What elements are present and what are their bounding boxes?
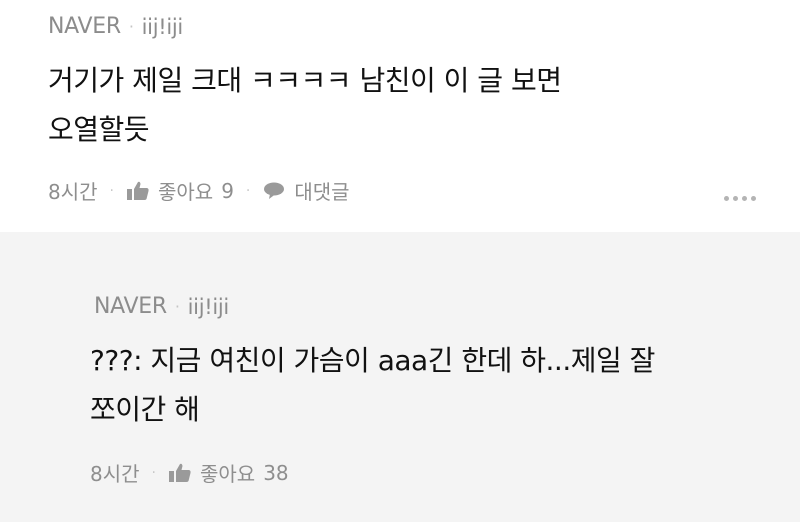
timestamp: 8시간 — [48, 180, 98, 204]
separator-dot: · — [151, 464, 156, 481]
user-id[interactable]: iij!iji — [142, 15, 184, 39]
like-label[interactable]: 좋아요 — [200, 458, 255, 487]
comment-body: ???: 지금 여친이 가슴이 aaa긴 한데 하...제일 잘 쪼이간 해 — [90, 336, 655, 434]
thumbs-up-icon[interactable] — [168, 463, 192, 483]
source-label: NAVER — [48, 14, 121, 39]
timestamp: 8시간 — [90, 462, 140, 486]
comment-1: NAVER · iij!iji 거기가 제일 크대 ㅋㅋㅋㅋ 남친이 이 글 보… — [0, 0, 800, 232]
comment-line: 거기가 제일 크대 ㅋㅋㅋㅋ 남친이 이 글 보면 — [48, 64, 562, 97]
more-options-icon[interactable] — [724, 196, 756, 201]
like-count: 38 — [263, 460, 289, 485]
comment-body: 거기가 제일 크대 ㅋㅋㅋㅋ 남친이 이 글 보면 오열할듯 — [48, 56, 562, 154]
comment-footer: 8시간 · 좋아요 38 — [90, 458, 289, 487]
like-count: 9 — [221, 178, 234, 203]
source-label: NAVER — [94, 294, 167, 319]
reply-button[interactable]: 대댓글 — [294, 176, 349, 205]
comment-header: NAVER · iij!iji — [48, 14, 183, 39]
separator-dot: · — [109, 182, 114, 199]
user-id[interactable]: iij!iji — [188, 295, 230, 319]
like-label[interactable]: 좋아요 — [158, 176, 213, 205]
separator-dot: · — [128, 17, 134, 36]
speech-bubble-icon[interactable] — [262, 181, 286, 201]
thumbs-up-icon[interactable] — [126, 181, 150, 201]
comment-line: ???: 지금 여친이 가슴이 aaa긴 한데 하...제일 잘 — [90, 344, 655, 377]
separator-dot: · — [245, 182, 251, 199]
separator-dot: · — [174, 297, 180, 316]
comment-footer: 8시간 · 좋아요 9 · 대댓글 — [48, 176, 350, 205]
comment-line: 쪼이간 해 — [90, 393, 200, 426]
comment-header: NAVER · iij!iji — [94, 294, 229, 319]
comment-2-reply: NAVER · iij!iji ???: 지금 여친이 가슴이 aaa긴 한데 … — [0, 232, 800, 522]
comment-line: 오열할듯 — [48, 113, 150, 146]
